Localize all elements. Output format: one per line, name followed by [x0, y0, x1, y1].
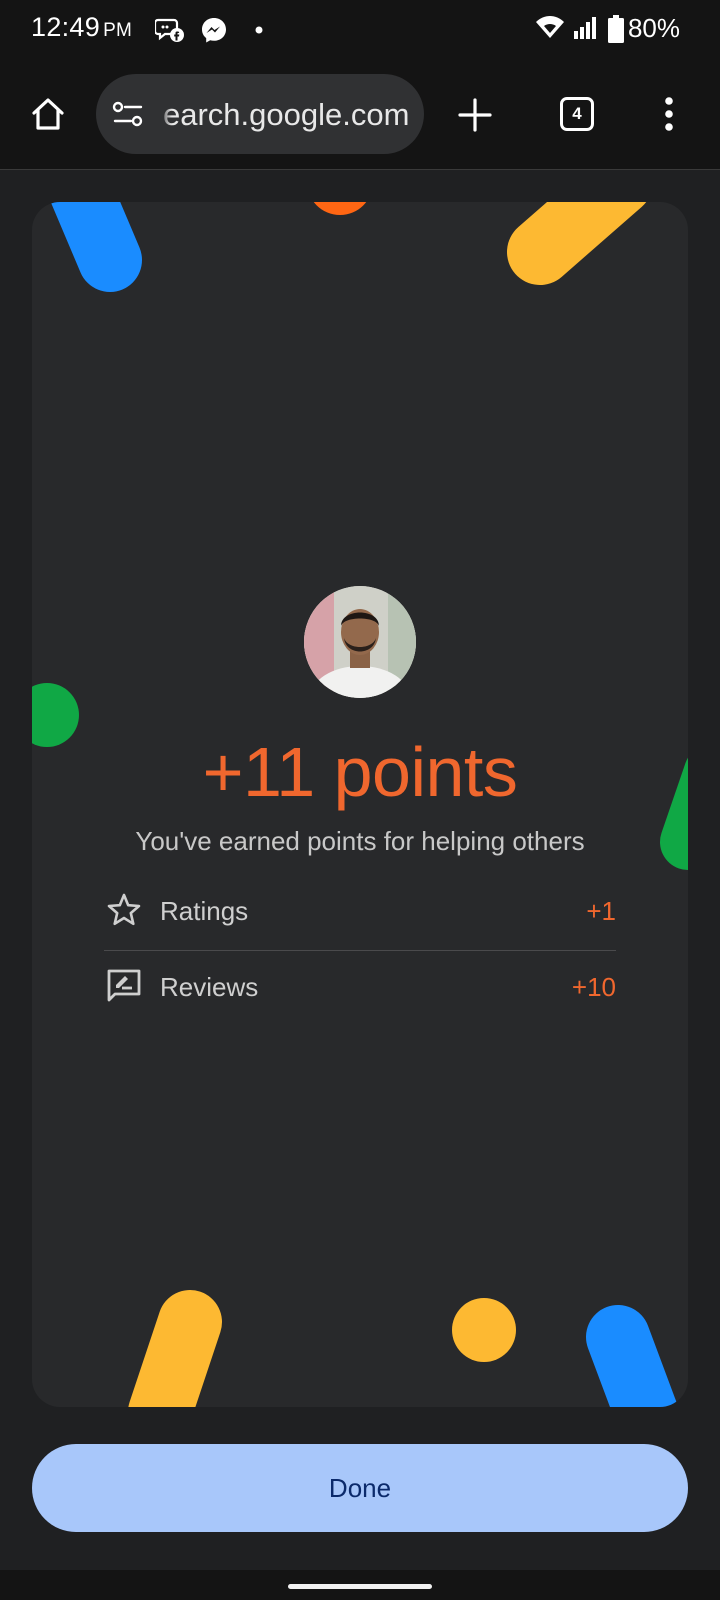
more-menu-icon[interactable] [664, 96, 674, 132]
confetti-yellow-bottom-left [128, 1290, 222, 1407]
profile-photo [304, 586, 416, 698]
gesture-handle[interactable] [288, 1584, 432, 1589]
confetti-blue-top-left [50, 202, 142, 292]
cellular-signal-icon [574, 17, 596, 39]
points-subtitle: You've earned points for helping others [135, 826, 585, 856]
confetti-blue-bottom-right [586, 1305, 678, 1407]
battery-percent: 80% [627, 13, 680, 43]
ratings-value: +1 [586, 896, 616, 926]
browser-toolbar: earch.google.com 4 [0, 60, 720, 170]
messenger-notification-icon [202, 18, 226, 43]
notification-dot-icon [255, 26, 263, 34]
url-fade [158, 84, 172, 144]
status-time: 12:49 PM [31, 12, 132, 43]
home-icon[interactable] [30, 96, 66, 132]
done-button[interactable]: Done [32, 1444, 688, 1532]
battery-icon [608, 15, 624, 43]
avatar [304, 586, 416, 698]
tab-switcher-button[interactable]: 4 [560, 97, 594, 131]
url-text: earch.google.com [163, 97, 410, 132]
confetti-orange-top [313, 202, 367, 215]
system-navigation-bar [0, 1570, 720, 1600]
points-row-ratings: Ratings +1 [104, 874, 616, 948]
wifi-icon [536, 16, 564, 38]
new-tab-icon[interactable] [458, 98, 492, 132]
points-row-reviews: Reviews +10 [104, 950, 616, 1024]
site-settings-icon[interactable] [112, 101, 144, 127]
address-bar[interactable]: earch.google.com [96, 74, 424, 154]
status-bar: 12:49 PM 80% [0, 0, 720, 60]
ratings-label: Ratings [160, 896, 249, 926]
reviews-value: +10 [571, 972, 616, 1002]
reviews-label: Reviews [160, 972, 259, 1002]
status-time-ampm: PM [103, 20, 133, 41]
confetti-yellow-bottom [452, 1298, 516, 1362]
confetti-yellow-top-right [507, 202, 646, 285]
points-card: +11 points You've earned points for help… [32, 202, 688, 1407]
status-time-value: 12:49 [31, 12, 101, 42]
star-outline-icon [107, 893, 141, 926]
facebook-chat-notification-icon [155, 18, 184, 42]
review-edit-icon [107, 969, 141, 1002]
points-title: +11 points [202, 733, 518, 811]
